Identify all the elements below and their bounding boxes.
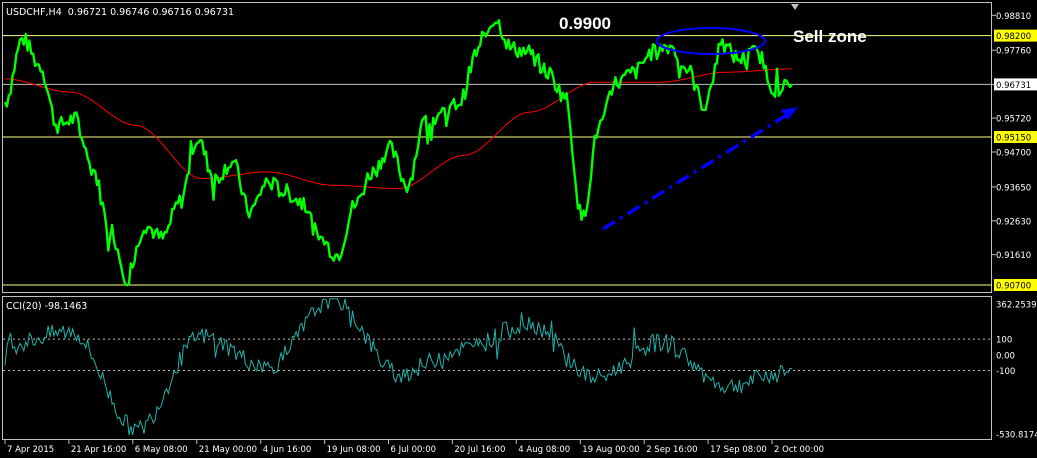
level-lines xyxy=(3,35,992,371)
cci-pane-frame xyxy=(2,296,992,440)
shift-marker-icon[interactable] xyxy=(791,4,799,10)
level-price-label: 0.90700 xyxy=(996,282,1031,292)
cci-tick-label: 0.00 xyxy=(996,351,1015,361)
time-tick-label: 6 Jul 00:00 xyxy=(391,445,437,455)
cci-tick-label: -100 xyxy=(996,367,1015,377)
symbol-header: USDCHF,H4 0.96721 0.96746 0.96716 0.9673… xyxy=(6,7,234,18)
price-tick-label: 0.92630 xyxy=(996,217,1031,227)
series-layer xyxy=(3,19,793,436)
cci-header: CCI(20) -98.1463 xyxy=(6,301,87,312)
price-chart[interactable]: 0.9900 Sell zone USDCHF,H4 0.96721 0.967… xyxy=(0,0,1037,458)
sell-zone-ellipse xyxy=(656,27,766,55)
time-tick-label: 6 May 08:00 xyxy=(135,445,188,455)
cci-tick-label: -530.8174 xyxy=(996,431,1037,441)
price-tick-label: 0.91610 xyxy=(996,251,1031,261)
peak-label: 0.9900 xyxy=(559,14,611,33)
cci-line xyxy=(4,298,793,436)
price-tick-label: 0.94700 xyxy=(996,149,1031,159)
price-tick-label: 0.98810 xyxy=(996,12,1031,22)
time-tick-label: 7 Apr 2015 xyxy=(7,445,54,455)
cci-axis: 362.2539 100 0.00 -100 -530.8174 xyxy=(996,301,1037,441)
price-line xyxy=(3,19,793,287)
level-price-label: 0.98200 xyxy=(996,32,1031,42)
time-tick-label: 4 Jun 16:00 xyxy=(263,445,312,455)
time-tick-label: 21 May 00:00 xyxy=(199,445,257,455)
cci-tick-label: 362.2539 xyxy=(996,301,1037,311)
sell-zone-label: Sell zone xyxy=(793,27,867,46)
level-price-label: 0.95150 xyxy=(996,134,1031,144)
main-pane-frame xyxy=(2,2,992,293)
time-tick-label: 2 Sep 16:00 xyxy=(646,445,697,455)
price-tick-label: 0.96731 xyxy=(996,81,1031,91)
trend-arrow-line xyxy=(602,111,791,231)
cci-tick-label: 100 xyxy=(996,336,1012,346)
time-tick-label: 19 Jun 08:00 xyxy=(327,445,381,455)
time-axis: 7 Apr 2015 21 Apr 16:00 6 May 08:00 21 May … xyxy=(4,440,824,455)
price-tick-label: 0.93650 xyxy=(996,183,1031,193)
time-tick-label: 4 Aug 08:00 xyxy=(518,445,570,455)
price-tick-label: 0.97760 xyxy=(996,47,1031,57)
time-tick-label: 20 Jul 16:00 xyxy=(454,445,505,455)
time-tick-label: 19 Aug 00:00 xyxy=(582,445,639,455)
time-tick-label: 21 Apr 16:00 xyxy=(71,445,126,455)
time-tick-label: 17 Sep 08:00 xyxy=(710,445,767,455)
price-tick-label: 0.95720 xyxy=(996,115,1031,125)
time-tick-label: 2 Oct 00:00 xyxy=(774,445,824,455)
price-axis: 0.98810 0.97760 0.96731 0.95720 0.94700 0.936… xyxy=(992,12,1037,292)
